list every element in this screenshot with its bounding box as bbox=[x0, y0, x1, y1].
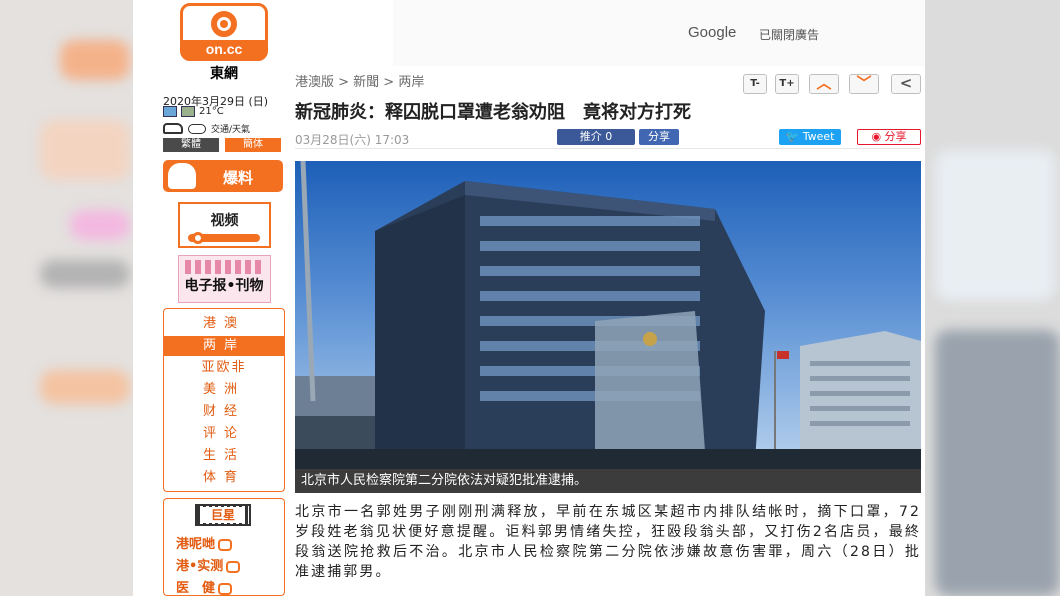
nav-finance[interactable]: 财经 bbox=[164, 402, 284, 422]
backdrop-left bbox=[0, 0, 133, 596]
humidity-icon bbox=[181, 106, 195, 117]
weibo-icon: ◉ bbox=[871, 130, 885, 143]
newspaper-icon bbox=[185, 260, 265, 274]
nav-sports[interactable]: 体育 bbox=[164, 468, 284, 488]
site-logo[interactable]: on.cc bbox=[180, 3, 268, 61]
weibo-share-button[interactable]: ◉ 分享 bbox=[857, 129, 921, 145]
fb-like-label: 推介 0 bbox=[579, 130, 613, 143]
reporter-icon bbox=[168, 163, 196, 189]
giant-item-label: 港•实测 bbox=[176, 559, 224, 574]
back-button[interactable]: < bbox=[891, 74, 921, 94]
nav-americas[interactable]: 美洲 bbox=[164, 380, 284, 400]
procuratorate-building-image bbox=[295, 161, 921, 471]
publish-time: 03月28日(六) 17:03 bbox=[295, 133, 410, 147]
chat-icon bbox=[218, 538, 233, 551]
nav-lifestyle[interactable]: 生活 bbox=[164, 446, 284, 466]
epaper-label[interactable]: 电子报•刊物 bbox=[163, 275, 285, 295]
giant-star-label[interactable]: 巨星 bbox=[203, 507, 243, 523]
article-photo bbox=[295, 161, 921, 471]
breadcrumb[interactable]: 港澳版 > 新聞 > 两岸 bbox=[295, 71, 424, 90]
logo-eye-icon bbox=[211, 11, 237, 37]
browser-page: on.cc 東網 2020年3月29日 (日) 21°C 交通/天氣 繁體 簡体… bbox=[133, 0, 925, 596]
photo-caption: 北京市人民检察院第二分院依法对疑犯批准逮捕。 bbox=[295, 469, 921, 493]
section-nav: 港澳 两岸 亚欧非 美洲 财经 评论 生活 体育 bbox=[163, 308, 285, 492]
play-icon bbox=[192, 232, 204, 244]
article-meta: 03月28日(六) 17:03 推介 0 分享 🐦 Tweet ◉ 分享 bbox=[295, 127, 921, 149]
twitter-bird-icon: 🐦 bbox=[785, 130, 803, 143]
article-headline: 新冠肺炎：释囚脱口罩遭老翁劝阻 竟将对方打死 bbox=[295, 102, 691, 123]
language-switch: 繁體 簡体 bbox=[163, 138, 281, 152]
brush-icon bbox=[226, 560, 241, 573]
nav-cross-strait[interactable]: 两岸 bbox=[164, 336, 284, 356]
font-smaller-button[interactable]: T- bbox=[743, 74, 767, 94]
tweet-label: Tweet bbox=[802, 130, 835, 143]
traffic-weather-label: 交通/天氣 bbox=[211, 125, 251, 135]
video-label: 视频 bbox=[210, 213, 239, 229]
traffic-weather-link[interactable]: 交通/天氣 bbox=[163, 122, 250, 135]
article-body: 北京市一名郭姓男子刚刚刑满释放，早前在东城区某超市内排队结帐时，摘下口罩，72岁… bbox=[295, 504, 921, 580]
left-sidebar: on.cc 東網 2020年3月29日 (日) 21°C 交通/天氣 繁體 簡体… bbox=[133, 0, 293, 596]
giant-star-box: 巨星 港呢哋 港•实测 医 健 bbox=[163, 498, 285, 596]
heart-icon bbox=[218, 582, 233, 595]
news-tip-button[interactable]: 爆料 bbox=[163, 160, 283, 192]
news-tip-label: 爆料 bbox=[223, 169, 254, 187]
simplified-chinese-button[interactable]: 簡体 bbox=[225, 138, 281, 152]
cloud-icon bbox=[188, 123, 206, 134]
font-larger-button[interactable]: T+ bbox=[775, 74, 799, 94]
scroll-up-button[interactable]: ︿ bbox=[809, 74, 839, 94]
giant-item-hk[interactable]: 港呢哋 bbox=[176, 533, 233, 552]
nav-commentary[interactable]: 评论 bbox=[164, 424, 284, 444]
scroll-down-button[interactable]: ﹀ bbox=[849, 74, 879, 94]
car-icon bbox=[163, 123, 183, 134]
ad-closed-note: 已關閉廣告 bbox=[759, 28, 820, 42]
video-link[interactable]: 视频 bbox=[178, 202, 271, 248]
giant-item-test[interactable]: 港•实测 bbox=[176, 555, 241, 574]
nav-hk-macau[interactable]: 港澳 bbox=[164, 314, 284, 334]
site-name: 東網 bbox=[210, 66, 238, 82]
traditional-chinese-button[interactable]: 繁體 bbox=[163, 138, 219, 152]
tweet-button[interactable]: 🐦 Tweet bbox=[779, 129, 841, 145]
temperature: 21°C bbox=[199, 106, 224, 117]
backdrop-right bbox=[925, 0, 1060, 596]
facebook-share-button[interactable]: 分享 bbox=[639, 129, 679, 145]
logo-text: on.cc bbox=[183, 40, 265, 58]
ad-banner: Google 已關閉廣告 bbox=[393, 0, 925, 66]
weather-row[interactable]: 21°C bbox=[163, 106, 224, 117]
giant-item-health[interactable]: 医 健 bbox=[176, 577, 233, 596]
weather-icon bbox=[163, 106, 177, 117]
giant-item-label: 港呢哋 bbox=[176, 537, 216, 552]
facebook-like-button[interactable]: 推介 0 bbox=[557, 129, 635, 145]
weibo-label: 分享 bbox=[884, 130, 907, 143]
nav-asia-europe-africa[interactable]: 亚欧非 bbox=[164, 358, 284, 378]
google-label: Google bbox=[688, 24, 737, 41]
giant-item-label: 医 健 bbox=[176, 581, 216, 596]
